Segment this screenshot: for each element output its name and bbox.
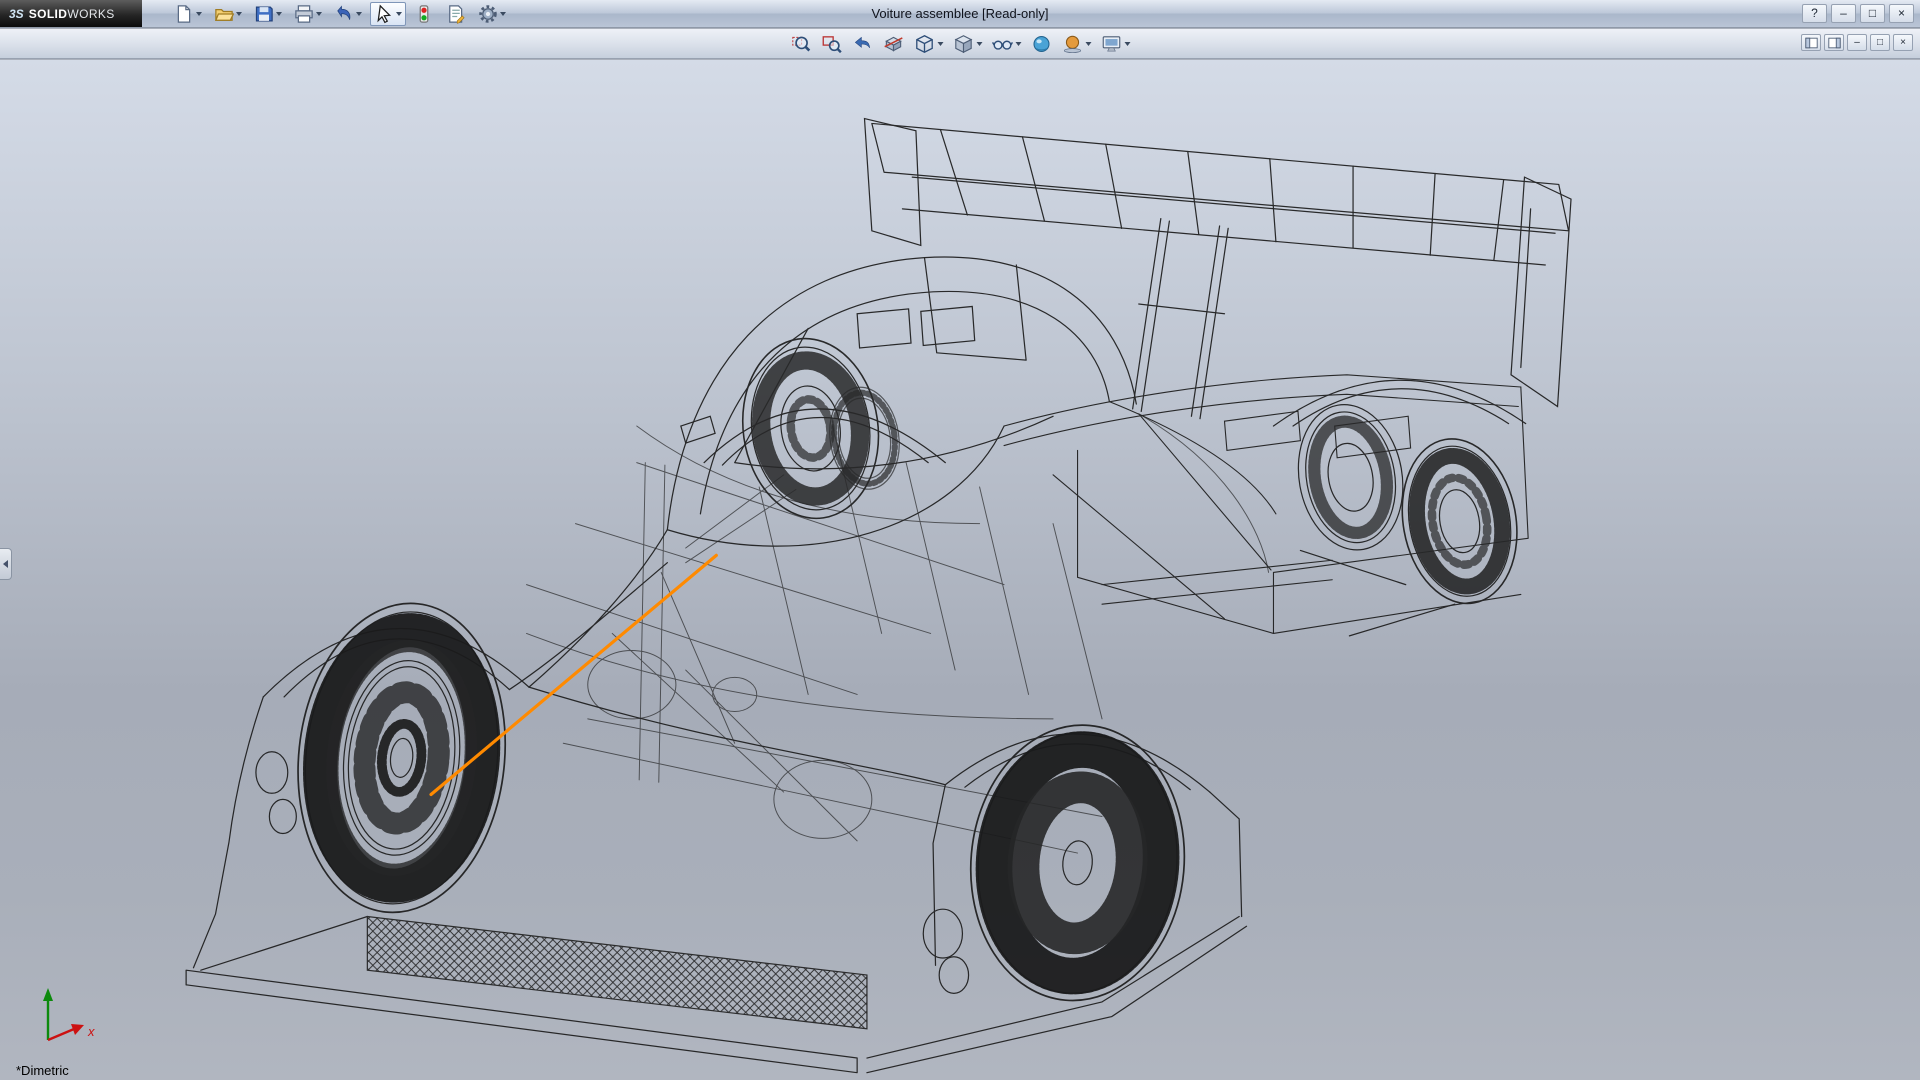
- solidworks-logo: 3S SOLIDWORKS: [0, 0, 142, 27]
- view-orientation-button[interactable]: [912, 31, 946, 56]
- undo-button[interactable]: [330, 2, 366, 26]
- rear-wing: [864, 119, 1571, 419]
- view-orientation-label: *Dimetric: [16, 1063, 69, 1078]
- select-button[interactable]: [370, 2, 406, 26]
- section-view-button[interactable]: [881, 31, 907, 56]
- zoom-to-fit-icon: [790, 33, 812, 55]
- rear-right-wheels: [1273, 380, 1529, 636]
- restore-button[interactable]: □: [1860, 4, 1885, 23]
- print-icon: [294, 4, 314, 24]
- apply-scene-button[interactable]: [1060, 31, 1094, 56]
- chevron-down-icon: [500, 12, 506, 16]
- pane-right-button[interactable]: [1824, 34, 1844, 51]
- chevron-down-icon: [316, 12, 322, 16]
- chevron-down-icon: [1016, 42, 1022, 46]
- y-axis-arrowhead: [43, 988, 53, 1001]
- graphics-viewport[interactable]: x *Dimetric: [0, 60, 1920, 1080]
- help-button[interactable]: ?: [1802, 4, 1827, 23]
- zoom-to-area-icon: [821, 33, 843, 55]
- new-document-icon: [174, 4, 194, 24]
- stoplight-icon: [414, 4, 434, 24]
- heads-up-row: – □ ×: [0, 29, 1920, 59]
- doc-restore-button[interactable]: □: [1870, 34, 1890, 51]
- solidworks-window: 3S SOLIDWORKS: [0, 0, 1920, 1080]
- save-icon: [254, 4, 274, 24]
- reference-triad: x: [18, 980, 114, 1060]
- previous-view-button[interactable]: [850, 31, 876, 56]
- file-properties-button[interactable]: [442, 2, 470, 26]
- open-icon: [214, 4, 234, 24]
- chevron-down-icon: [396, 12, 402, 16]
- front-grille-mesh: [367, 917, 867, 1029]
- titlebar: 3S SOLIDWORKS: [0, 0, 1920, 28]
- document-window-controls: – □ ×: [1801, 34, 1913, 51]
- panel-collapse-tab[interactable]: [0, 548, 12, 580]
- open-button[interactable]: [210, 2, 246, 26]
- chevron-down-icon: [977, 42, 983, 46]
- front-right-wheel: [704, 330, 945, 527]
- brand-text: SOLIDWORKS: [29, 7, 115, 21]
- doc-minimize-button[interactable]: –: [1847, 34, 1867, 51]
- doc-close-button[interactable]: ×: [1893, 34, 1913, 51]
- display-style-button[interactable]: [951, 31, 985, 56]
- apply-scene-icon: [1062, 33, 1084, 55]
- options-button[interactable]: [474, 2, 510, 26]
- x-axis-label: x: [87, 1024, 95, 1039]
- print-button[interactable]: [290, 2, 326, 26]
- chevron-left-icon: [3, 560, 8, 568]
- chevron-down-icon: [196, 12, 202, 16]
- save-button[interactable]: [250, 2, 286, 26]
- previous-view-icon: [852, 33, 874, 55]
- minimize-button[interactable]: –: [1831, 4, 1856, 23]
- select-cursor-icon: [374, 4, 394, 24]
- window-controls: ? – □ ×: [1802, 4, 1914, 23]
- edit-appearance-button[interactable]: [1029, 31, 1055, 56]
- view-settings-icon: [1101, 33, 1123, 55]
- section-view-icon: [883, 33, 905, 55]
- display-style-icon: [953, 33, 975, 55]
- rear-left-wheel: [923, 716, 1241, 1009]
- chevron-down-icon: [938, 42, 944, 46]
- pane-right-icon: [1827, 36, 1842, 50]
- zoom-to-fit-button[interactable]: [788, 31, 814, 56]
- options-icon: [478, 4, 498, 24]
- view-orientation-icon: [914, 33, 936, 55]
- x-axis: [48, 1029, 74, 1040]
- chevron-down-icon: [1086, 42, 1092, 46]
- main-toolbar: [142, 2, 510, 26]
- view-settings-button[interactable]: [1099, 31, 1133, 56]
- chevron-down-icon: [236, 12, 242, 16]
- pane-left-icon: [1804, 36, 1819, 50]
- hide-show-items-icon: [992, 33, 1014, 55]
- chevron-down-icon: [356, 12, 362, 16]
- pane-left-button[interactable]: [1801, 34, 1821, 51]
- zoom-to-area-button[interactable]: [819, 31, 845, 56]
- engine-bay: [1004, 375, 1528, 634]
- chevron-down-icon: [1125, 42, 1131, 46]
- front-left-wheel: [283, 593, 520, 923]
- chevron-down-icon: [276, 12, 282, 16]
- cockpit: [667, 257, 1136, 546]
- car-wireframe: [0, 60, 1920, 1080]
- undo-icon: [334, 4, 354, 24]
- file-properties-icon: [446, 4, 466, 24]
- heads-up-toolbar: [788, 31, 1133, 56]
- hide-show-items-button[interactable]: [990, 31, 1024, 56]
- new-document-button[interactable]: [170, 2, 206, 26]
- close-button[interactable]: ×: [1889, 4, 1914, 23]
- 3ds-logo-icon: 3S: [9, 7, 24, 21]
- stoplight-button[interactable]: [410, 2, 438, 26]
- edit-appearance-icon: [1031, 33, 1053, 55]
